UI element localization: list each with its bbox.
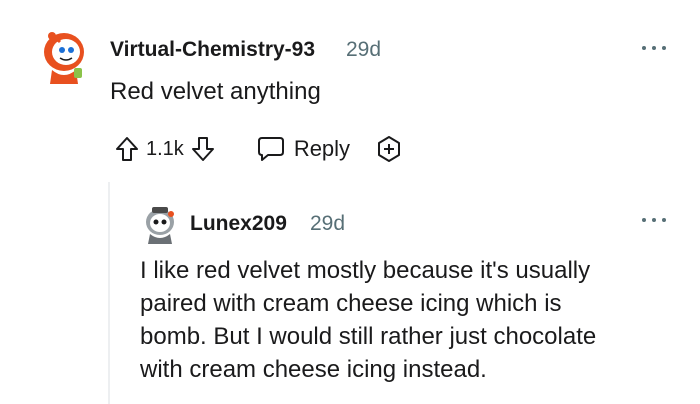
reply-body-line: paired with cream cheese icing which is: [140, 290, 562, 317]
snoo-avatar-icon: [44, 32, 84, 84]
reply-body-line: I like red velvet mostly because it's us…: [140, 257, 591, 284]
user-avatar[interactable]: [38, 28, 88, 84]
upvote-arrow-icon: [116, 137, 138, 161]
comment-thread: Virtual-Chemistry-93 29d Red velvet anyt…: [0, 0, 700, 404]
reply-button[interactable]: Reply: [256, 132, 350, 166]
timestamp[interactable]: 29d: [346, 38, 381, 62]
more-options-icon: [642, 46, 646, 50]
upvote-button[interactable]: [110, 132, 144, 166]
reply-user-avatar[interactable]: [142, 204, 178, 244]
comment-body: Red velvet anything: [110, 78, 321, 105]
speech-bubble-icon: [257, 137, 284, 161]
reply-timestamp[interactable]: 29d: [310, 212, 345, 236]
downvote-arrow-icon: [191, 137, 214, 161]
reply-body-line: with cream cheese icing instead.: [140, 356, 487, 383]
more-options-button[interactable]: [640, 38, 668, 58]
reply-label: Reply: [293, 136, 351, 161]
award-button[interactable]: [374, 134, 404, 164]
reply-username[interactable]: Lunex209: [190, 212, 287, 236]
vote-score: 1.1k: [146, 137, 184, 160]
username[interactable]: Virtual-Chemistry-93: [110, 38, 315, 62]
snoo-avatar-icon: [146, 207, 174, 244]
downvote-button[interactable]: [186, 132, 220, 166]
reply-more-options-button[interactable]: [640, 210, 668, 230]
reply-body: I like red velvet mostly because it's us…: [140, 254, 596, 386]
comment-actions: 1.1k Reply: [110, 132, 404, 166]
award-plus-icon: [378, 136, 401, 162]
more-options-icon: [642, 218, 646, 222]
thread-line[interactable]: [108, 182, 110, 404]
reply-body-line: bomb. But I would still rather just choc…: [140, 323, 597, 350]
